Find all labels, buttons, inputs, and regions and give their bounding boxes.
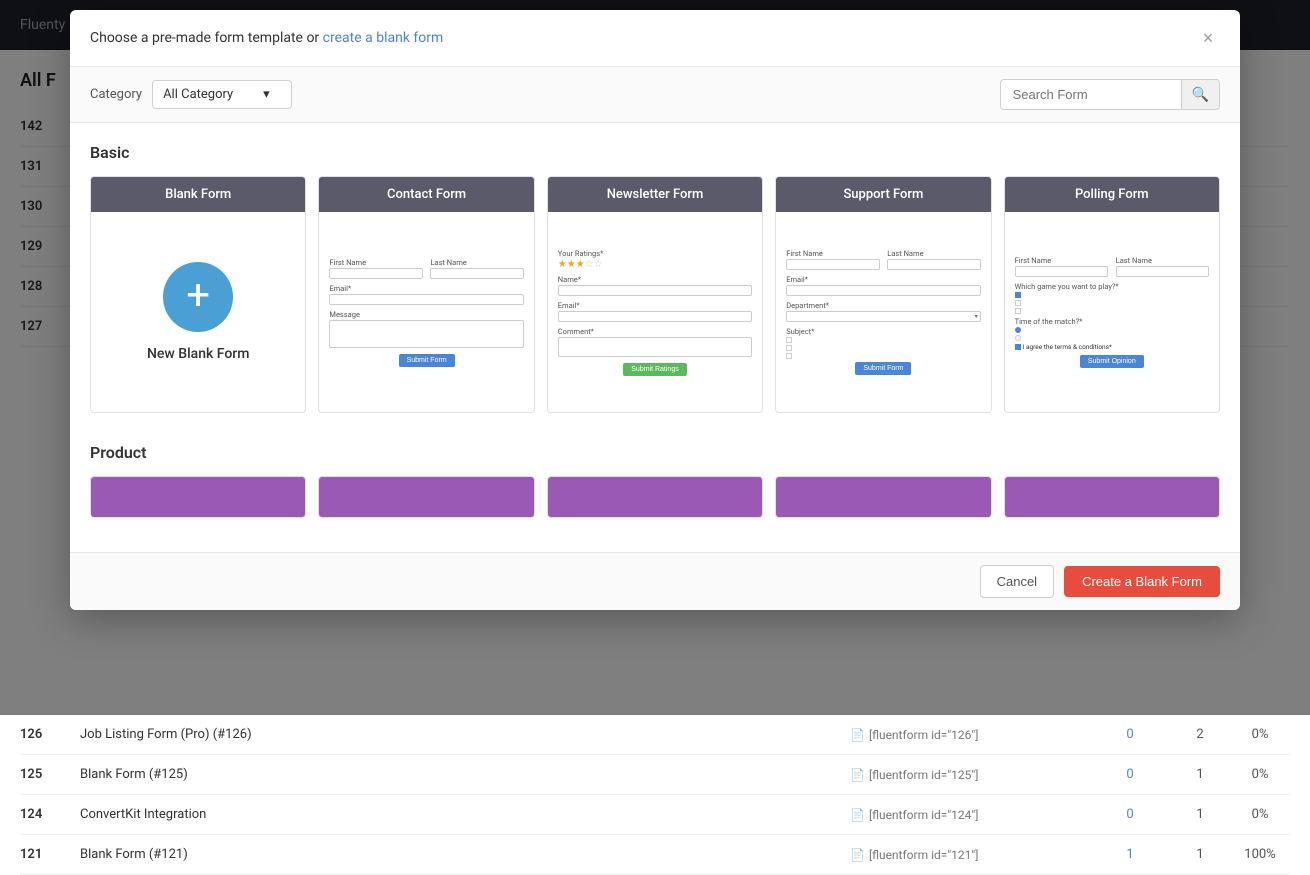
product-card-header-2 [319, 477, 533, 517]
template-card-product-5[interactable] [1004, 476, 1220, 518]
template-card-header-blank: Blank Form [91, 177, 305, 212]
category-label: Category [90, 87, 142, 102]
mini-polling-form: First Name Last Name Which game you want… [1015, 256, 1209, 368]
blank-form-label: New Blank Form [147, 346, 249, 362]
filter-bar: Category All Category ▾ 🔍 [70, 67, 1240, 123]
newsletter-form-preview: Your Ratings* ★★★☆☆ Name* Email* Comment… [548, 212, 762, 412]
template-card-header-support: Support Form [776, 177, 990, 212]
product-card-header-1 [91, 477, 305, 517]
close-icon: × [1203, 28, 1214, 49]
mini-submit-polling: Submit Opinion [1080, 355, 1144, 368]
template-card-blank[interactable]: Blank Form + New Blank Form [90, 176, 306, 413]
cancel-button[interactable]: Cancel [980, 565, 1054, 598]
mini-support-form: First Name Last Name Email* Departm [786, 249, 980, 375]
create-blank-button[interactable]: Create a Blank Form [1064, 566, 1220, 597]
template-card-support[interactable]: Support Form First Name Last Name [775, 176, 991, 413]
plus-icon: + [186, 275, 210, 317]
bg-table-bottom: 126 Job Listing Form (Pro) (#126) 📄[flue… [0, 715, 1310, 875]
template-card-newsletter[interactable]: Newsletter Form Your Ratings* ★★★☆☆ Name… [547, 176, 763, 413]
chevron-down-icon: ▾ [263, 87, 270, 102]
template-card-product-3[interactable] [547, 476, 763, 518]
support-form-preview: First Name Last Name Email* Departm [776, 212, 990, 412]
template-card-polling[interactable]: Polling Form First Name Last Name [1004, 176, 1220, 413]
product-card-header-5 [1005, 477, 1219, 517]
modal-footer: Cancel Create a Blank Form [70, 552, 1240, 610]
category-value: All Category [163, 87, 233, 102]
template-card-header-contact: Contact Form [319, 177, 533, 212]
search-icon: 🔍 [1192, 86, 1209, 102]
modal-title: Choose a pre-made form template or creat… [90, 30, 443, 46]
mini-submit-newsletter: Submit Ratings [623, 363, 686, 376]
search-box: 🔍 [1000, 79, 1220, 110]
polling-form-preview: First Name Last Name Which game you want… [1005, 212, 1219, 412]
search-input[interactable] [1001, 81, 1181, 108]
template-modal: Choose a pre-made form template or creat… [70, 10, 1240, 610]
template-card-header-newsletter: Newsletter Form [548, 177, 762, 212]
section-title-basic: Basic [90, 143, 1220, 162]
table-row-124: 124 ConvertKit Integration 📄[fluentform … [20, 795, 1290, 835]
plus-circle-icon: + [163, 262, 233, 332]
mini-contact-form: First Name Last Name Email* Message [329, 258, 523, 367]
table-row-126: 126 Job Listing Form (Pro) (#126) 📄[flue… [20, 715, 1290, 755]
create-blank-link[interactable]: create a blank form [323, 30, 444, 46]
section-title-product: Product [90, 443, 1220, 462]
mini-submit-support: Submit Form [855, 362, 911, 375]
contact-form-preview: First Name Last Name Email* Message [319, 212, 533, 412]
basic-template-grid: Blank Form + New Blank Form Contact Form [90, 176, 1220, 413]
table-row-121: 121 Blank Form (#121) 📄[fluentform id="1… [20, 835, 1290, 875]
filter-left: Category All Category ▾ [90, 80, 292, 109]
template-card-product-1[interactable] [90, 476, 306, 518]
modal-header: Choose a pre-made form template or creat… [70, 10, 1240, 67]
table-row-125: 125 Blank Form (#125) 📄[fluentform id="1… [20, 755, 1290, 795]
product-template-grid [90, 476, 1220, 518]
template-card-header-polling: Polling Form [1005, 177, 1219, 212]
template-card-product-2[interactable] [318, 476, 534, 518]
product-card-header-3 [548, 477, 762, 517]
blank-form-body: + New Blank Form [91, 212, 305, 412]
mini-newsletter-form: Your Ratings* ★★★☆☆ Name* Email* Comment… [558, 249, 752, 376]
template-card-contact[interactable]: Contact Form First Name Last Name [318, 176, 534, 413]
template-card-product-4[interactable] [775, 476, 991, 518]
product-card-header-4 [776, 477, 990, 517]
modal-body: Basic Blank Form + New Blank Form Contac… [70, 123, 1240, 552]
modal-close-button[interactable]: × [1196, 26, 1220, 50]
category-dropdown[interactable]: All Category ▾ [152, 80, 292, 109]
mini-submit-contact: Submit Form [399, 354, 455, 367]
search-button[interactable]: 🔍 [1181, 80, 1219, 109]
